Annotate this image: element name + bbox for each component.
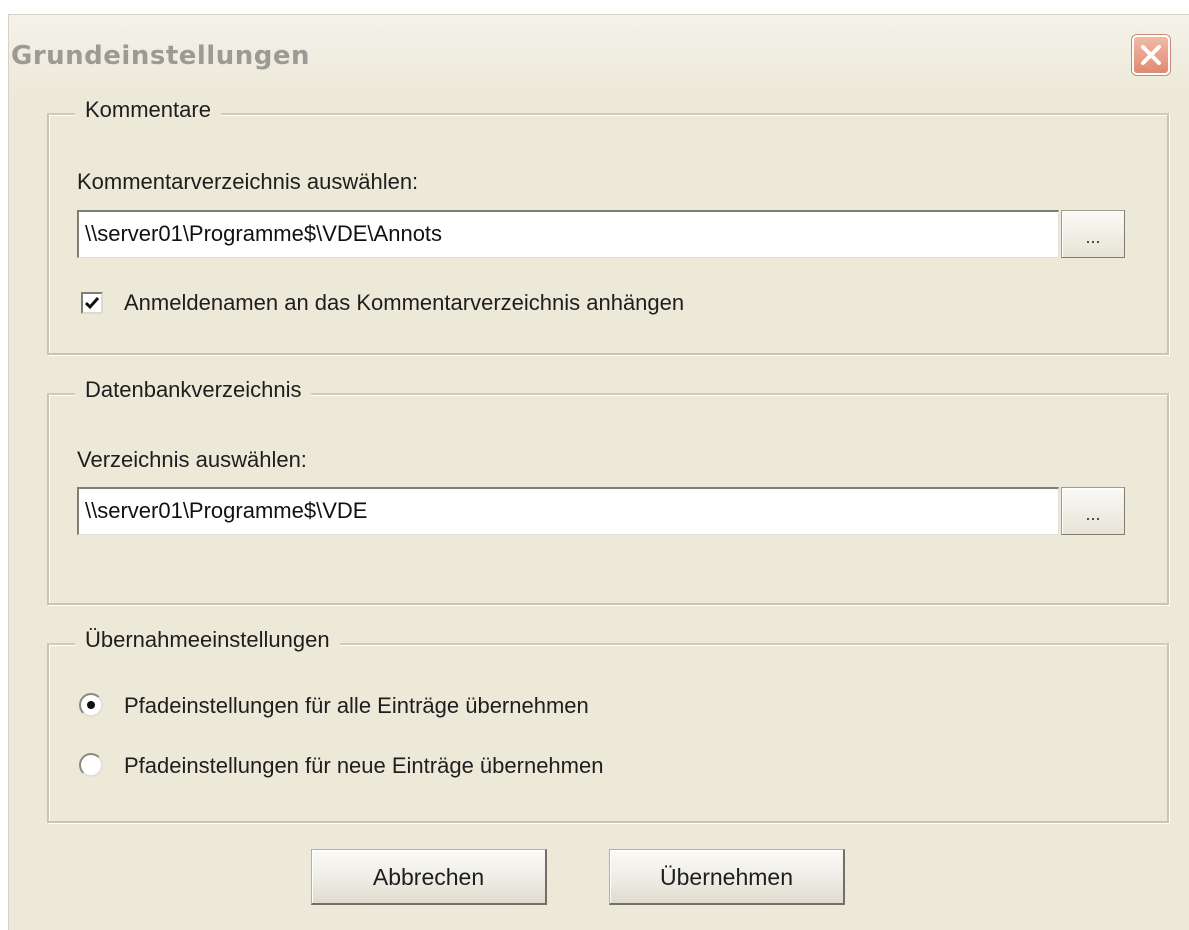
title-bar[interactable]: Grundeinstellungen [9,15,1189,97]
apply-button[interactable]: Übernehmen [609,849,845,905]
append-login-checkbox[interactable] [81,292,103,314]
window-title: Grundeinstellungen [11,41,310,71]
apply-settings-group-legend: Übernahmeeinstellungen [75,627,340,653]
database-browse-button[interactable]: ... [1061,487,1125,535]
apply-settings-group: Übernahmeeinstellungen [47,627,1169,823]
radio-all-entries-label[interactable]: Pfadeinstellungen für alle Einträge über… [124,693,589,719]
comments-group-legend: Kommentare [75,97,221,123]
comments-directory-label: Kommentarverzeichnis auswählen: [77,169,419,194]
comments-browse-button[interactable]: ... [1061,210,1125,258]
radio-new-entries-label[interactable]: Pfadeinstellungen für neue Einträge über… [124,753,603,779]
comments-directory-input[interactable]: \\server01\Programme$\VDE\Annots [77,210,1059,258]
radio-selected-dot [87,701,95,709]
checkmark-icon [84,297,100,310]
radio-new-entries[interactable] [79,753,103,777]
cancel-button[interactable]: Abbrechen [311,849,547,905]
close-button[interactable] [1132,35,1170,75]
database-directory-input[interactable]: \\server01\Programme$\VDE [77,487,1059,535]
database-directory-label: Verzeichnis auswählen: [77,447,307,472]
database-group-legend: Datenbankverzeichnis [75,377,312,403]
close-icon [1141,45,1161,65]
append-login-label[interactable]: Anmeldenamen an das Kommentarverzeichnis… [124,290,684,316]
radio-all-entries[interactable] [79,693,103,717]
background-window-strip [0,0,1189,14]
settings-dialog: Grundeinstellungen Kommentare Kommentarv… [8,14,1189,930]
